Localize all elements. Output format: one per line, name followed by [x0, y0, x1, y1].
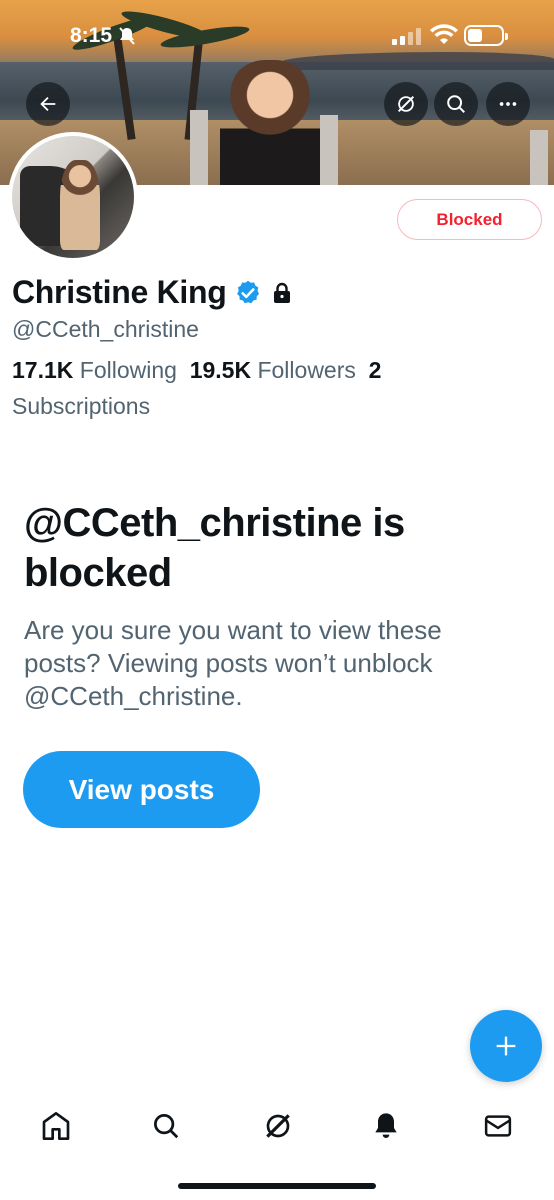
- followers-count: 19.5K: [189, 357, 252, 383]
- following-count: 17.1K: [12, 357, 74, 383]
- following-label: Following: [79, 357, 177, 383]
- lock-icon: [274, 282, 291, 303]
- profile-stats: 17.1K Following 19.5K Followers 2 Subscri…: [12, 352, 532, 424]
- subscriptions-label: Subscriptions: [12, 393, 151, 419]
- blocked-description: Are you sure you want to view these post…: [24, 615, 442, 711]
- battery-icon: [464, 25, 508, 46]
- nav-search[interactable]: [146, 1106, 186, 1146]
- avatar-person: [60, 160, 100, 250]
- search-button[interactable]: [434, 82, 478, 126]
- nav-home[interactable]: [36, 1106, 76, 1146]
- home-indicator[interactable]: [178, 1183, 376, 1189]
- banner-post: [320, 115, 338, 185]
- banner-person: [220, 60, 320, 185]
- grok-icon: [266, 1114, 290, 1138]
- profile-name: Christine King: [12, 274, 227, 310]
- cellular-signal-icon: [392, 27, 421, 45]
- view-posts-button[interactable]: View posts: [23, 751, 260, 828]
- profile-handle: @CCeth_christine: [12, 316, 199, 342]
- bottom-nav: [0, 1096, 554, 1156]
- wifi-icon: [430, 24, 458, 51]
- nav-notifications[interactable]: [366, 1106, 406, 1146]
- following-link[interactable]: 17.1K Following: [12, 357, 177, 383]
- search-icon: [447, 95, 465, 113]
- back-button[interactable]: [26, 82, 70, 126]
- blocked-title: @CCeth_christine is blocked: [24, 501, 405, 595]
- verified-badge-icon[interactable]: [234, 279, 262, 307]
- search-icon: [154, 1114, 179, 1139]
- followers-label: Followers: [257, 357, 356, 383]
- status-time: 8:15: [70, 24, 113, 47]
- banner-post: [190, 110, 208, 185]
- mail-icon: [484, 1115, 512, 1137]
- more-button[interactable]: [486, 82, 530, 126]
- bell-icon: [375, 1113, 397, 1138]
- grok-icon: [397, 95, 415, 113]
- more-horizontal-icon: [499, 102, 517, 106]
- status-bar: 8:15: [0, 0, 554, 76]
- arrow-left-icon: [40, 96, 56, 112]
- home-icon: [42, 1112, 70, 1140]
- compose-button[interactable]: [470, 1010, 542, 1082]
- nav-messages[interactable]: [478, 1106, 518, 1146]
- subscriptions-count: 2: [368, 357, 382, 383]
- banner-post: [530, 130, 548, 185]
- blocked-button[interactable]: Blocked: [397, 199, 542, 240]
- profile-avatar[interactable]: [8, 132, 138, 262]
- plus-icon: [496, 1036, 516, 1056]
- profile-name-row: Christine King: [12, 274, 294, 311]
- bell-off-icon: [119, 27, 135, 50]
- nav-grok[interactable]: [258, 1106, 298, 1146]
- followers-link[interactable]: 19.5K Followers: [190, 357, 356, 383]
- grok-button[interactable]: [384, 82, 428, 126]
